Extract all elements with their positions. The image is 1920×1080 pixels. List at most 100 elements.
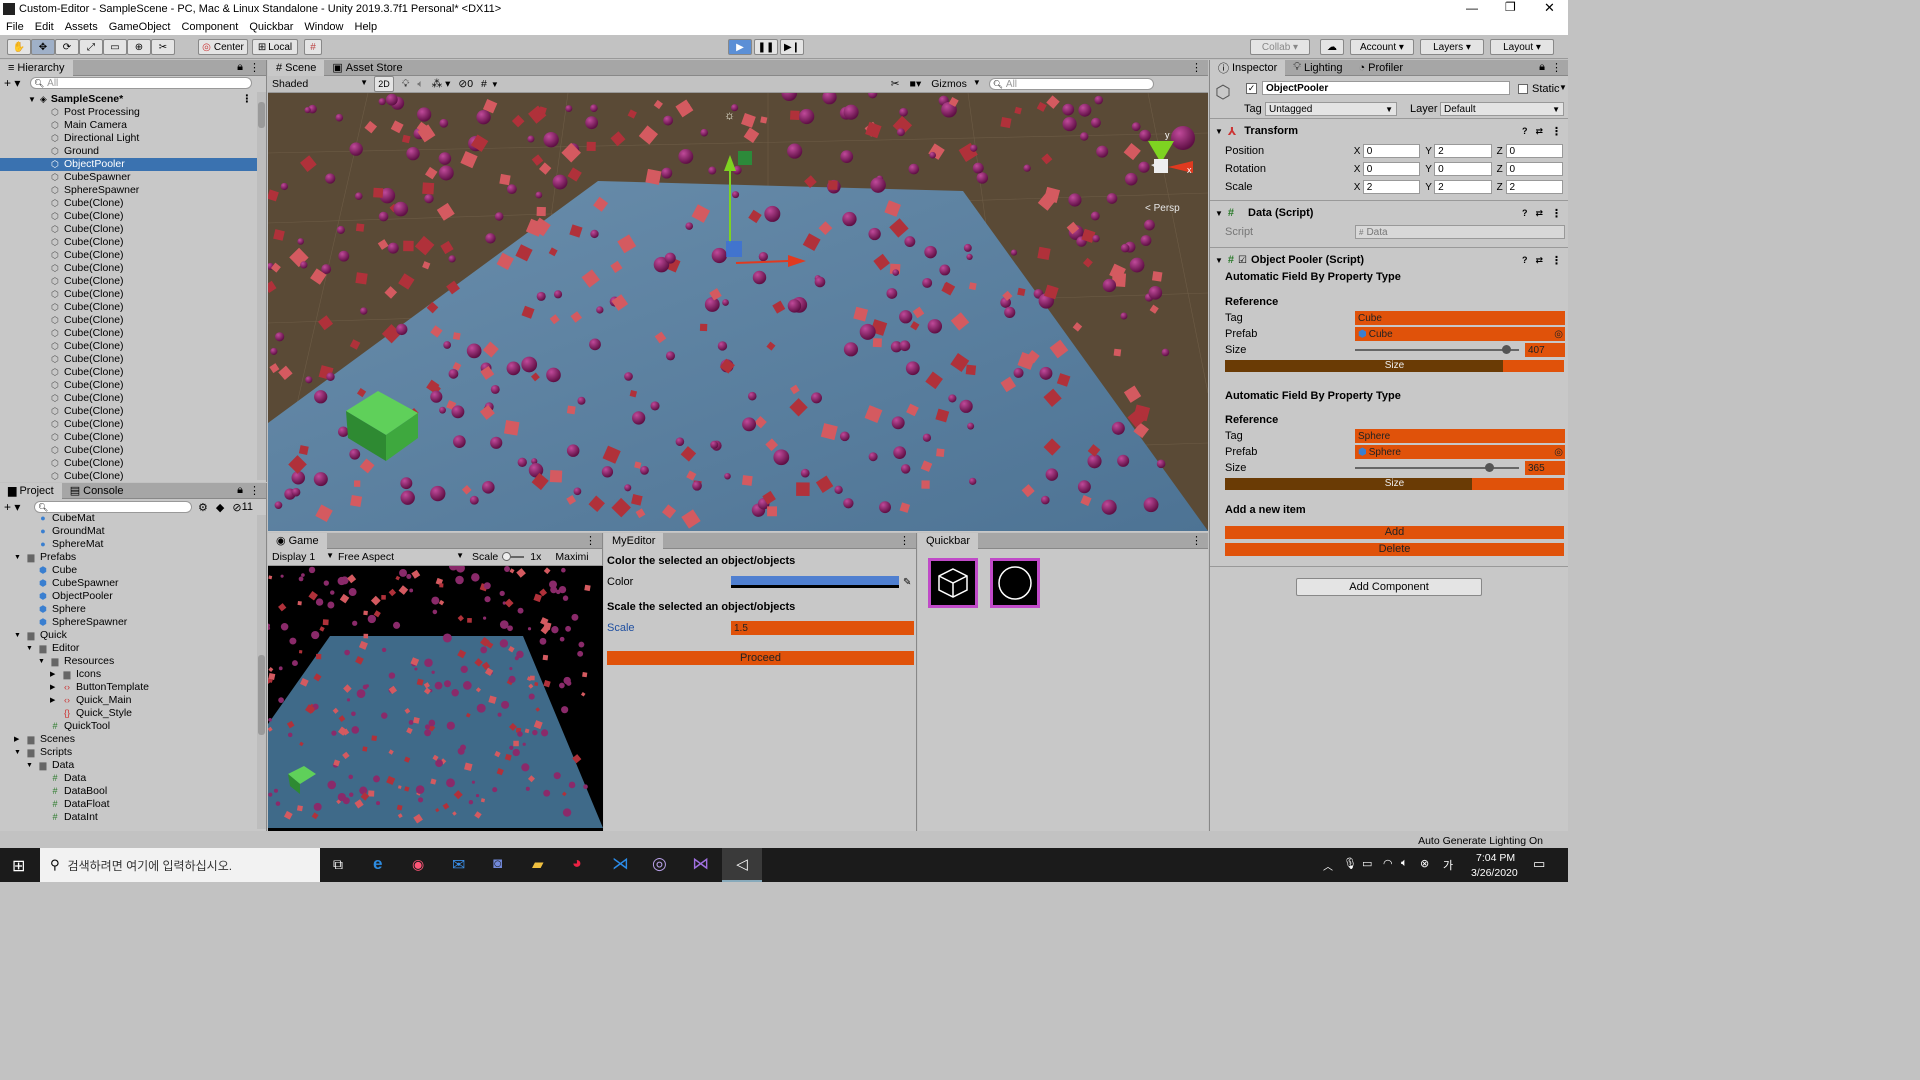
hierarchy-item[interactable]: ⬡ Cube(Clone) (0, 210, 266, 223)
transform-tool-button[interactable]: ⊕ (127, 39, 151, 55)
scene-menu-icon[interactable]: ⋮ (242, 93, 253, 106)
project-item[interactable]: ▼ ▆ Scripts (0, 746, 266, 759)
eyedropper-icon[interactable]: ✎ (903, 577, 911, 588)
project-item[interactable]: ⬢ Sphere (0, 603, 266, 616)
ime-icon[interactable]: ⊗ (1420, 857, 1429, 870)
account-dropdown[interactable]: Account ▾ (1350, 39, 1414, 55)
hierarchy-item[interactable]: ⬡ Cube(Clone) (0, 353, 266, 366)
menu-window[interactable]: Window (304, 21, 343, 33)
discord-icon[interactable]: ◙ (493, 855, 502, 872)
pivot-center-button[interactable]: ◎ Center (198, 39, 248, 55)
unity-taskbar-icon[interactable]: ◁ (722, 848, 762, 882)
hierarchy-item[interactable]: ⬡ Ground (0, 145, 266, 158)
pause-button[interactable]: ❚❚ (754, 39, 778, 55)
hierarchy-scene-row[interactable]: ▼ ◈ SampleScene* ⋮ (0, 93, 266, 106)
transform-x-input[interactable]: 2 (1362, 180, 1421, 194)
collapse-arrow-icon[interactable]: ▶ (50, 694, 62, 707)
obs-icon[interactable]: ◎ (652, 854, 667, 874)
project-item[interactable]: ▶ ‹› ButtonTemplate (0, 681, 266, 694)
close-button[interactable]: ✕ (1544, 0, 1555, 16)
hierarchy-item[interactable]: ⬡ Cube(Clone) (0, 340, 266, 353)
expand-arrow-icon[interactable]: ▼ (14, 629, 26, 642)
hierarchy-item[interactable]: ⬡ Cube(Clone) (0, 470, 266, 483)
maximize-on-play-toggle[interactable]: Maximi (555, 551, 588, 563)
pivot-local-button[interactable]: ⊞ Local (252, 39, 298, 55)
panel-menu-icon[interactable]: ⋮ (585, 534, 596, 547)
custom-tool-button[interactable]: ✂ (151, 39, 175, 55)
visual-studio-icon[interactable]: ⋈ (692, 854, 709, 874)
menu-component[interactable]: Component (181, 21, 238, 33)
help-icon[interactable]: ? (1522, 255, 1528, 265)
hierarchy-item[interactable]: ⬡ Cube(Clone) (0, 431, 266, 444)
create-dropdown[interactable]: + ▾ (4, 500, 34, 514)
panel-menu-icon[interactable]: ⋮ (1191, 534, 1202, 547)
pool-tag-input[interactable]: Cube (1355, 311, 1565, 325)
static-checkbox[interactable] (1518, 84, 1528, 94)
tab-inspector[interactable]: ⓘ Inspector (1210, 59, 1286, 76)
mail-icon[interactable]: ✉ (452, 855, 465, 875)
hierarchy-item[interactable]: ⬡ Cube(Clone) (0, 379, 266, 392)
project-item[interactable]: ⬢ CubeSpawner (0, 577, 266, 590)
pool-size-input[interactable]: 407 (1525, 343, 1565, 357)
hierarchy-item[interactable]: ⬡ ObjectPooler (0, 158, 266, 171)
pool-size-slider[interactable] (1355, 345, 1519, 354)
hierarchy-search-input[interactable]: 🔍︎ All (30, 77, 252, 89)
play-button[interactable]: ▶ (728, 39, 752, 55)
project-item[interactable]: ● SphereMat (0, 538, 266, 551)
scale-tool-button[interactable]: ⤢ (79, 39, 103, 55)
chrome-icon[interactable]: ◕ (572, 855, 582, 873)
pool-prefab-field[interactable]: ⬢ Cube ◎ (1355, 327, 1565, 341)
hierarchy-item[interactable]: ⬡ Cube(Clone) (0, 366, 266, 379)
tab-myeditor[interactable]: MyEditor (604, 532, 664, 549)
object-pooler-header[interactable]: ▼ # ☑ Object Pooler (Script) ? ⇄ ⋮ (1210, 252, 1568, 268)
cloud-button[interactable]: ☁ (1320, 39, 1344, 55)
transform-header[interactable]: ▼ ⅄ Transform ? ⇄ ⋮ (1210, 123, 1568, 139)
panel-menu-icon[interactable]: ⋮ (249, 61, 260, 74)
layout-dropdown[interactable]: Layout ▾ (1490, 39, 1554, 55)
hierarchy-item[interactable]: ⬡ SphereSpawner (0, 184, 266, 197)
quickbar-sphere-button[interactable] (990, 558, 1040, 608)
project-item[interactable]: ⬢ SphereSpawner (0, 616, 266, 629)
hierarchy-item[interactable]: ⬡ Cube(Clone) (0, 392, 266, 405)
tab-asset-store[interactable]: ▣ Asset Store (324, 60, 410, 76)
transform-z-input[interactable]: 2 (1505, 180, 1564, 194)
quickbar-cube-button[interactable] (928, 558, 978, 608)
collapse-arrow-icon[interactable]: ▶ (50, 668, 62, 681)
file-explorer-icon[interactable]: ▰ (532, 855, 544, 873)
transform-y-input[interactable]: 2 (1434, 144, 1492, 158)
project-scrollbar[interactable] (257, 515, 266, 829)
filter-type-icon[interactable]: ⚙ (198, 501, 208, 514)
project-item[interactable]: ● GroundMat (0, 525, 266, 538)
pool-prefab-field[interactable]: ⬢ Sphere ◎ (1355, 445, 1565, 459)
move-tool-button[interactable]: ✥ (31, 39, 55, 55)
hierarchy-item[interactable]: ⬡ Cube(Clone) (0, 301, 266, 314)
tab-scene[interactable]: # Scene (268, 59, 325, 76)
menu-edit[interactable]: Edit (35, 21, 54, 33)
hierarchy-item[interactable]: ⬡ Main Camera (0, 119, 266, 132)
battery-icon[interactable]: ▭ (1362, 857, 1372, 870)
task-view-icon[interactable]: ⧉ (333, 856, 343, 873)
menu-gameobject[interactable]: GameObject (109, 21, 171, 33)
tab-quickbar[interactable]: Quickbar (918, 532, 979, 549)
maximize-button[interactable]: ❐ (1505, 0, 1516, 14)
grid-dropdown-icon[interactable]: ▼ (491, 80, 499, 89)
scene-search-input[interactable]: 🔍︎ All (988, 78, 1154, 90)
panel-menu-icon[interactable]: ⋮ (899, 534, 910, 547)
hierarchy-item[interactable]: ⬡ Post Processing (0, 106, 266, 119)
project-item[interactable]: # DataBool (0, 785, 266, 798)
camera-dropdown-icon[interactable]: ■▾ (910, 78, 922, 90)
component-enabled-checkbox[interactable]: ☑ (1238, 255, 1247, 266)
lock-icon[interactable]: 🔒︎ (237, 61, 243, 74)
pool-size-slider[interactable] (1355, 463, 1519, 472)
orientation-gizmo[interactable]: y x < Persp (1145, 126, 1195, 214)
lock-icon[interactable]: 🔒︎ (237, 484, 243, 497)
delete-item-button[interactable]: Delete (1225, 543, 1564, 556)
transform-z-input[interactable]: 0 (1505, 144, 1564, 158)
tab-project[interactable]: ▆ Project (0, 482, 62, 499)
keyboard-lang-icon[interactable]: 가 (1443, 857, 1453, 873)
rotate-tool-button[interactable]: ⟳ (55, 39, 79, 55)
panel-menu-icon[interactable]: ⋮ (1191, 61, 1202, 74)
component-menu-icon[interactable]: ⋮ (1551, 207, 1562, 220)
tab-profiler[interactable]: ◔ Profiler (1351, 60, 1412, 76)
panel-menu-icon[interactable]: ⋮ (249, 484, 260, 497)
